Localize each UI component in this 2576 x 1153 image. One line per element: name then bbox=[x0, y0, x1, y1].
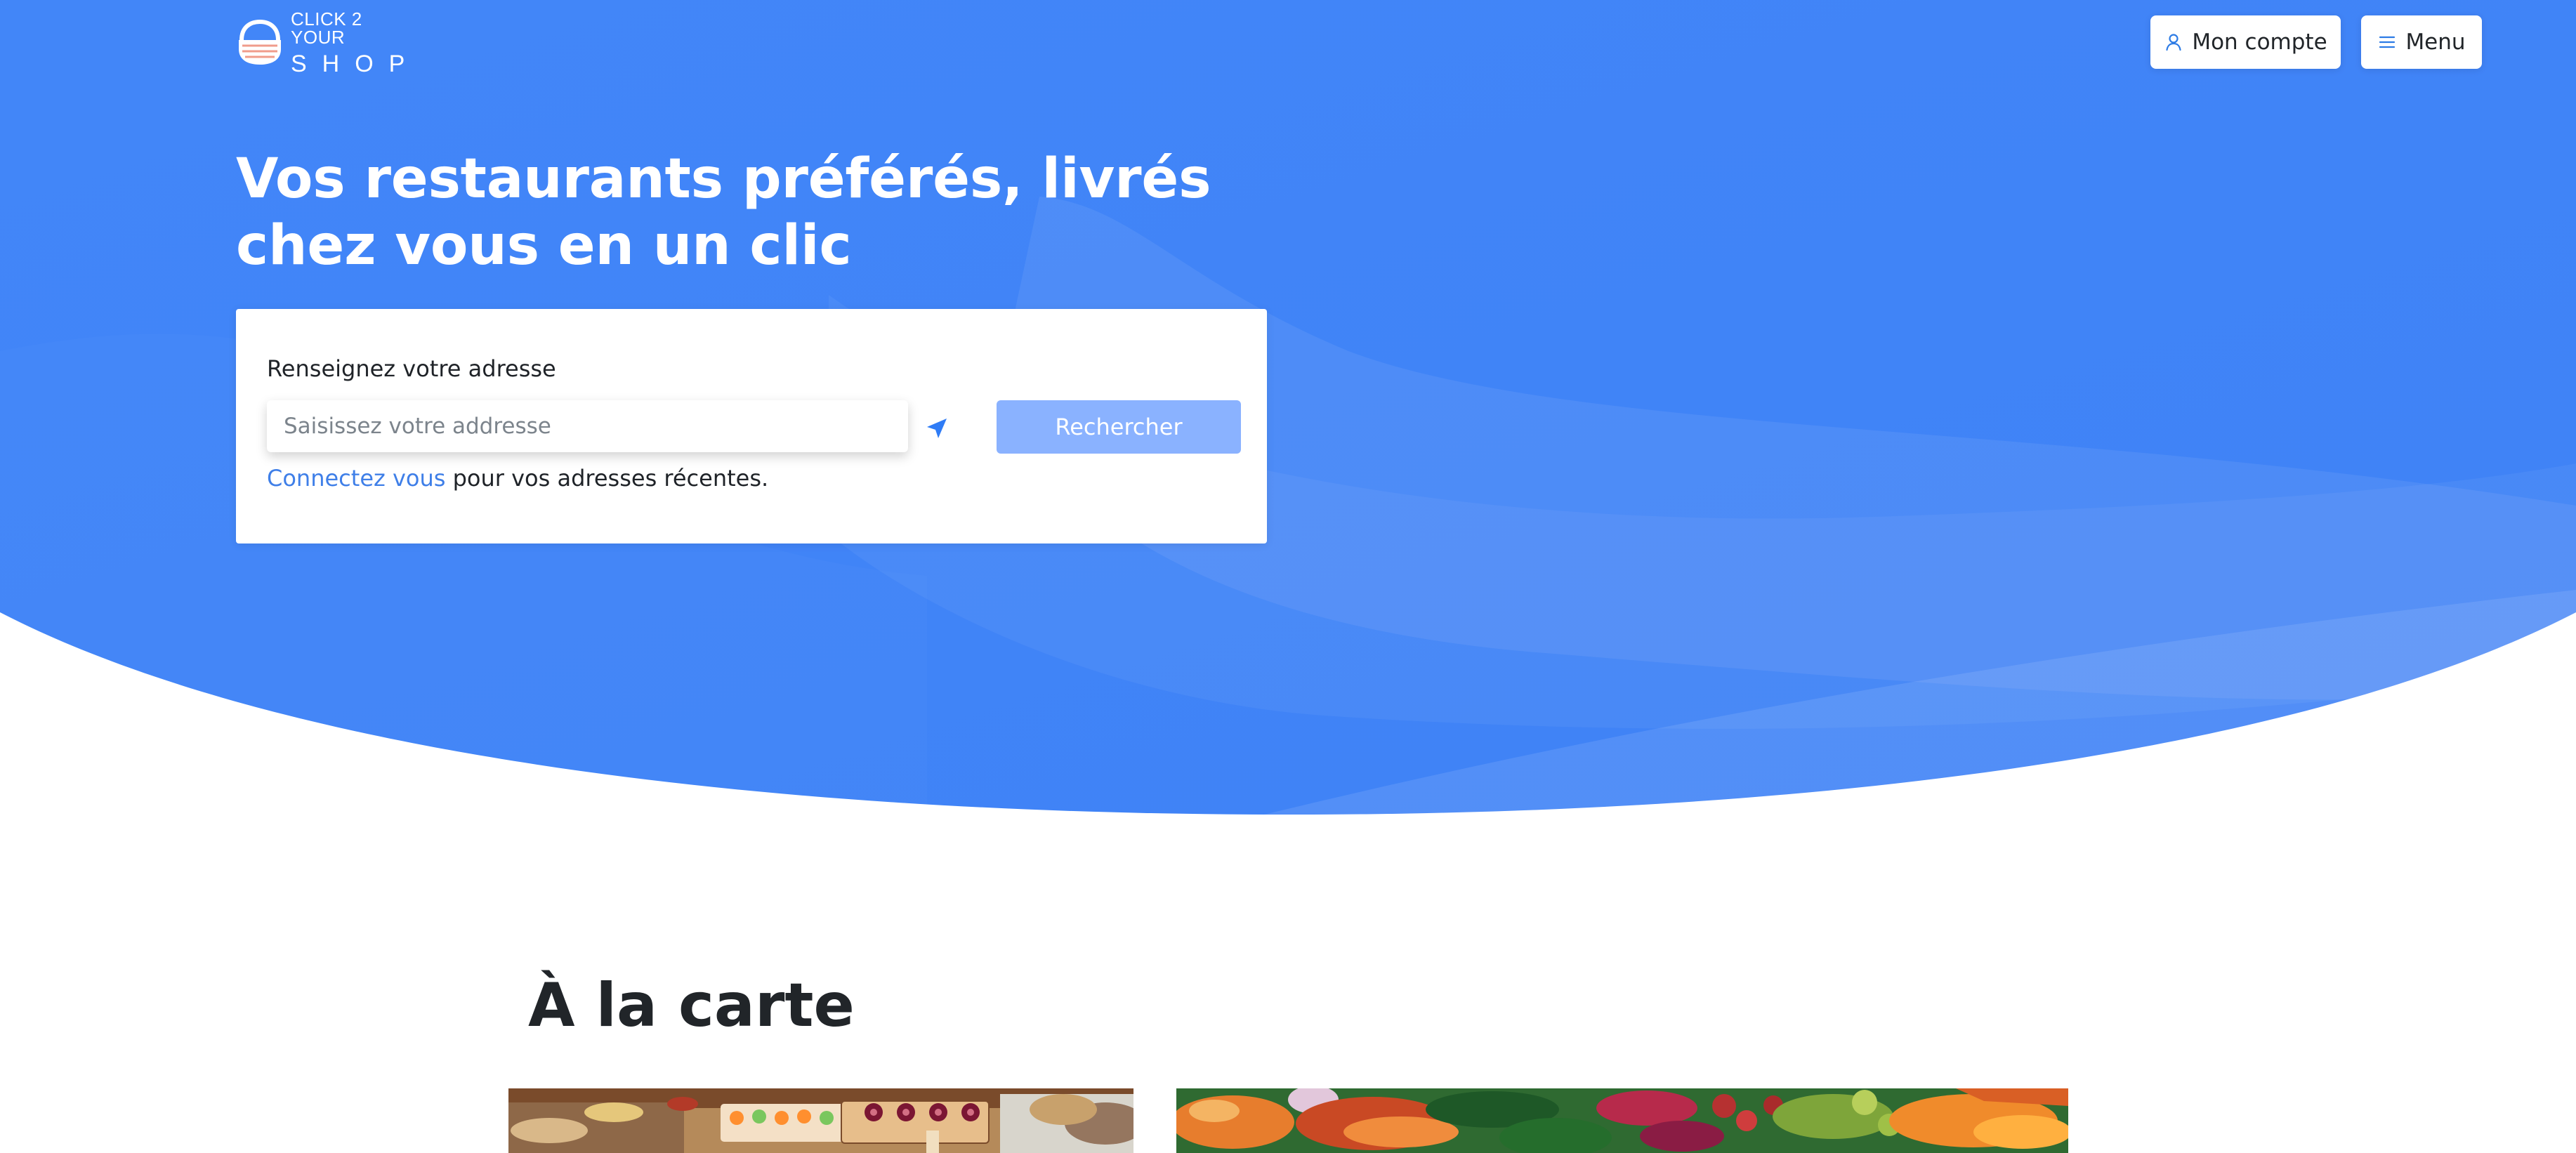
address-search-card: Renseignez votre adresse Rechercher Conn… bbox=[236, 309, 1267, 543]
recent-addresses-text: Connectez vous pour vos adresses récente… bbox=[267, 465, 768, 492]
menu-button-label: Menu bbox=[2405, 29, 2466, 55]
logo-line-2: SHOP bbox=[291, 51, 421, 77]
location-arrow-icon bbox=[927, 419, 947, 438]
locate-me-button[interactable] bbox=[919, 410, 955, 447]
address-input[interactable] bbox=[267, 400, 908, 452]
roasted-vegetables-salad-image[interactable] bbox=[1176, 1088, 2068, 1153]
address-input-wrapper bbox=[267, 400, 908, 452]
login-link[interactable]: Connectez vous bbox=[267, 465, 445, 492]
section-title: À la carte bbox=[528, 970, 855, 1041]
menu-button[interactable]: Menu bbox=[2361, 15, 2482, 69]
search-button[interactable]: Rechercher bbox=[997, 400, 1241, 454]
recent-addresses-suffix: pour vos adresses récentes. bbox=[445, 465, 769, 492]
logo-line-1: CLICK 2 YOUR bbox=[291, 8, 362, 48]
account-button[interactable]: Mon compte bbox=[2150, 15, 2341, 69]
food-platter-image[interactable] bbox=[508, 1088, 1133, 1153]
site-logo[interactable]: CLICK 2 YOUR SHOP bbox=[236, 10, 419, 76]
page-title: Vos restaurants préférés, livrés chez vo… bbox=[236, 147, 1211, 277]
logo-text: CLICK 2 YOUR SHOP bbox=[291, 10, 420, 76]
address-label: Renseignez votre adresse bbox=[267, 355, 556, 382]
basket-logo-icon bbox=[239, 19, 281, 65]
user-icon bbox=[2166, 34, 2181, 51]
landing-page: CLICK 2 YOUR SHOP Mon compte Menu Vos re… bbox=[0, 0, 2576, 1153]
hamburger-menu-icon bbox=[2379, 36, 2396, 48]
account-button-label: Mon compte bbox=[2192, 29, 2327, 55]
